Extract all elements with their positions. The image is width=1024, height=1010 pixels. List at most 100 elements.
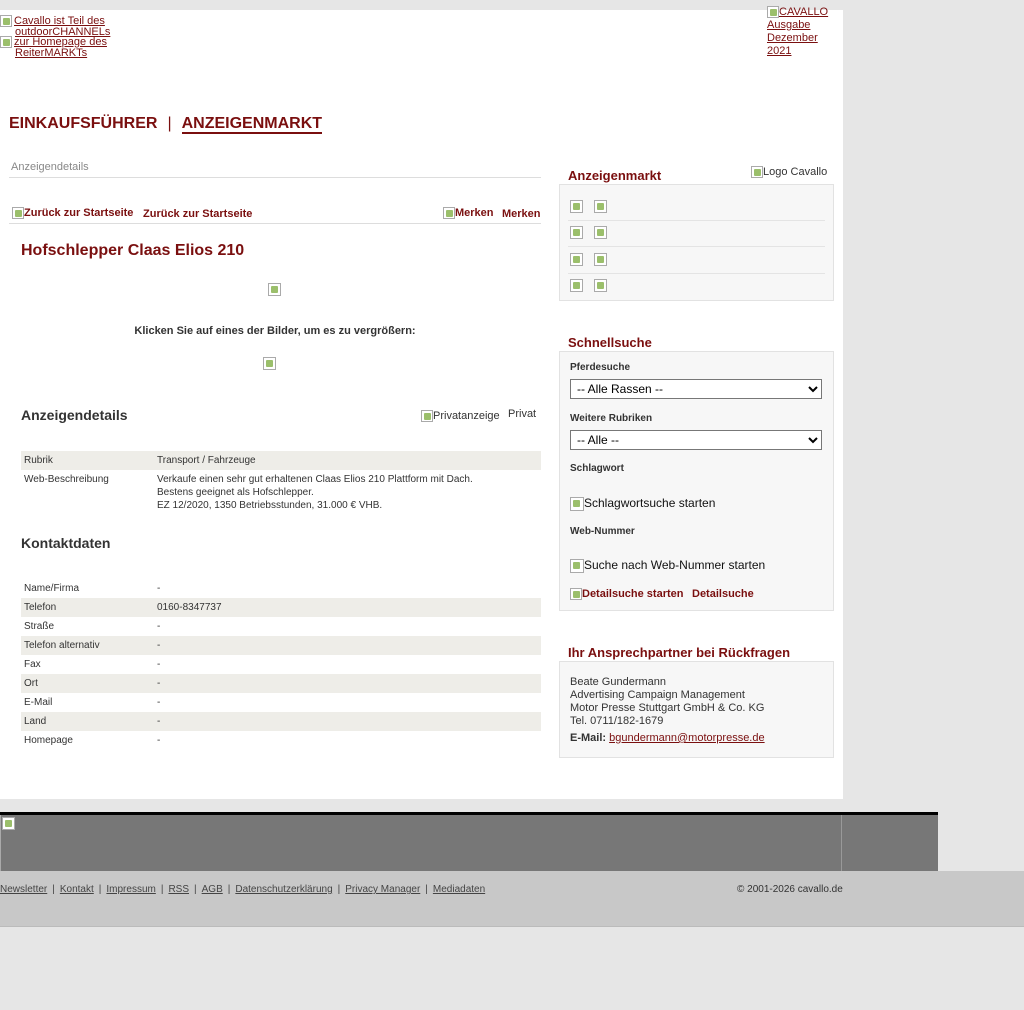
copyright: © 2001-2026 cavallo.de bbox=[737, 884, 843, 895]
footer-separator: | bbox=[52, 884, 55, 895]
detail-search-button[interactable]: Detailsuche starten bbox=[570, 588, 683, 601]
bookmark-icon bbox=[443, 207, 455, 220]
broken-image-icon bbox=[767, 6, 779, 19]
footer-separator: | bbox=[227, 884, 231, 895]
horse-breed-select[interactable]: -- Alle Rassen -- bbox=[570, 379, 822, 399]
market-image[interactable] bbox=[570, 279, 583, 292]
back-to-start-link[interactable]: Zurück zur Startseite bbox=[143, 208, 252, 220]
back-to-start-button[interactable]: Zurück zur Startseite bbox=[12, 207, 133, 220]
contact-table: Name/Firma - Telefon 0160-8347737 Straße - … bbox=[21, 579, 541, 750]
detail-search-icon bbox=[570, 588, 582, 601]
detail-value: Verkaufe einen sehr gut erhaltenen Claas… bbox=[154, 470, 541, 515]
footer-link-agb[interactable]: AGB bbox=[202, 884, 223, 895]
market-heading: Anzeigenmarkt bbox=[568, 168, 662, 183]
nav-anzeigenmarkt[interactable]: ANZEIGENMARKT bbox=[181, 115, 323, 134]
detail-value: Transport / Fahrzeuge bbox=[154, 451, 541, 470]
footer-link-newsletter[interactable]: Newsletter bbox=[0, 884, 47, 895]
market-image[interactable] bbox=[594, 226, 607, 239]
nav-separator: | bbox=[167, 115, 172, 132]
description-line: Verkaufe einen sehr gut erhaltenen Claas… bbox=[157, 474, 473, 485]
market-image[interactable] bbox=[570, 253, 583, 266]
market-image[interactable] bbox=[594, 200, 607, 213]
divider bbox=[568, 246, 825, 247]
table-row: Name/Firma - bbox=[21, 579, 541, 598]
keyword-search-button[interactable]: Schlagwortsuche starten bbox=[570, 496, 715, 511]
divider bbox=[568, 273, 825, 274]
quick-search-box: Pferdesuche -- Alle Rassen -- Weitere Ru… bbox=[559, 351, 834, 611]
category-select[interactable]: -- Alle -- bbox=[570, 430, 822, 450]
footer-separator: | bbox=[337, 884, 341, 895]
detail-label: Rubrik bbox=[21, 451, 154, 470]
table-row: Straße - bbox=[21, 617, 541, 636]
remember-link[interactable]: Merken bbox=[502, 208, 541, 220]
ad-title: Hofschlepper Claas Elios 210 bbox=[21, 242, 245, 259]
contact-value: - bbox=[154, 712, 541, 731]
table-row: Telefon alternativ - bbox=[21, 636, 541, 655]
details-heading: Anzeigendetails bbox=[21, 407, 128, 423]
click-hint: Klicken Sie auf eines der Bilder, um es … bbox=[134, 325, 416, 337]
footer-link-impressum[interactable]: Impressum bbox=[106, 884, 155, 895]
footer: Newsletter | Kontakt | Impressum | RSS | AGB | Dat… bbox=[0, 871, 1024, 927]
contact-value: - bbox=[157, 697, 161, 708]
search-icon bbox=[570, 558, 584, 573]
outdoor-channel-link[interactable]: Cavallo ist Teil des outdoorCHANNELs bbox=[0, 15, 130, 38]
footer-banner bbox=[0, 812, 938, 871]
contact-label: Straße bbox=[24, 621, 55, 632]
breadcrumb: Anzeigendetails bbox=[11, 161, 89, 173]
detail-search-link[interactable]: Detailsuche bbox=[692, 588, 754, 600]
contact-name: Beate Gundermann bbox=[570, 676, 667, 688]
main-image[interactable] bbox=[268, 283, 281, 296]
contact-label: Land bbox=[21, 712, 154, 731]
horse-search-label: Pferdesuche bbox=[570, 362, 631, 373]
contact-email-row: E-Mail: bgundermann@motorpresse.de bbox=[570, 732, 765, 745]
reitermarkt-link[interactable]: zur Homepage des ReiterMARKTs bbox=[0, 36, 130, 59]
contact-label: Homepage bbox=[24, 735, 73, 746]
footer-banner-image bbox=[0, 815, 842, 871]
table-row: Telefon 0160-8347737 bbox=[21, 598, 541, 617]
contact-label: Telefon alternativ bbox=[21, 636, 154, 655]
page-content: Cavallo ist Teil des outdoorCHANNELs zur… bbox=[0, 6, 843, 799]
footer-link-kontakt[interactable]: Kontakt bbox=[60, 884, 94, 895]
contact-value: 0160-8347737 bbox=[154, 598, 541, 617]
header-links: Cavallo ist Teil des outdoorCHANNELs zur… bbox=[0, 15, 130, 59]
contact-person-box: Beate Gundermann Advertising Campaign Ma… bbox=[559, 661, 834, 758]
market-row bbox=[570, 279, 607, 292]
table-row: Ort - bbox=[21, 674, 541, 693]
table-row: Web-Beschreibung Verkaufe einen sehr gut… bbox=[21, 470, 541, 515]
footer-link-rss[interactable]: RSS bbox=[168, 884, 189, 895]
contact-person-info: Beate Gundermann Advertising Campaign Ma… bbox=[570, 676, 765, 745]
detail-label: Web-Beschreibung bbox=[24, 474, 109, 485]
divider bbox=[9, 177, 541, 178]
market-image[interactable] bbox=[594, 253, 607, 266]
nav-einkaufsfuehrer[interactable]: EINKAUFSFÜHRER bbox=[9, 115, 157, 132]
contact-heading: Kontaktdaten bbox=[21, 535, 111, 551]
thumbnail-image[interactable] bbox=[263, 357, 276, 370]
contact-value: - bbox=[157, 735, 161, 746]
footer-link-privacy-manager[interactable]: Privacy Manager bbox=[345, 884, 420, 895]
contact-label: Ort bbox=[21, 674, 154, 693]
email-label: E-Mail: bbox=[570, 732, 607, 744]
divider bbox=[568, 220, 825, 221]
contact-label: Telefon bbox=[21, 598, 154, 617]
details-table: Rubrik Transport / Fahrzeuge Web-Beschre… bbox=[21, 451, 541, 515]
contact-email-link[interactable]: bgundermann@motorpresse.de bbox=[609, 732, 764, 744]
table-row: Homepage - bbox=[21, 731, 541, 750]
contact-role: Advertising Campaign Management bbox=[570, 689, 745, 701]
broken-image-icon bbox=[2, 817, 15, 830]
market-image[interactable] bbox=[570, 200, 583, 213]
webnumber-search-button[interactable]: Suche nach Web-Nummer starten bbox=[570, 558, 765, 573]
contact-value: - bbox=[154, 636, 541, 655]
footer-link-datenschutz[interactable]: Datenschutzerklärung bbox=[235, 884, 332, 895]
table-row: Land - bbox=[21, 712, 541, 731]
issue-link[interactable]: CAVALLO Ausgabe Dezember 2021 bbox=[767, 6, 837, 58]
contact-phone: Tel. 0711/182-1679 bbox=[570, 715, 664, 727]
private-label: Privat bbox=[508, 408, 537, 420]
broken-image-icon bbox=[0, 36, 12, 48]
market-image[interactable] bbox=[570, 226, 583, 239]
market-image[interactable] bbox=[594, 279, 607, 292]
market-row bbox=[570, 226, 607, 239]
footer-link-mediadaten[interactable]: Mediadaten bbox=[433, 884, 485, 895]
description-line: Bestens geeignet als Hofschlepper. bbox=[157, 487, 314, 498]
main-nav: EINKAUFSFÜHRER | ANZEIGENMARKT bbox=[9, 115, 323, 134]
remember-button[interactable]: Merken bbox=[443, 207, 494, 220]
